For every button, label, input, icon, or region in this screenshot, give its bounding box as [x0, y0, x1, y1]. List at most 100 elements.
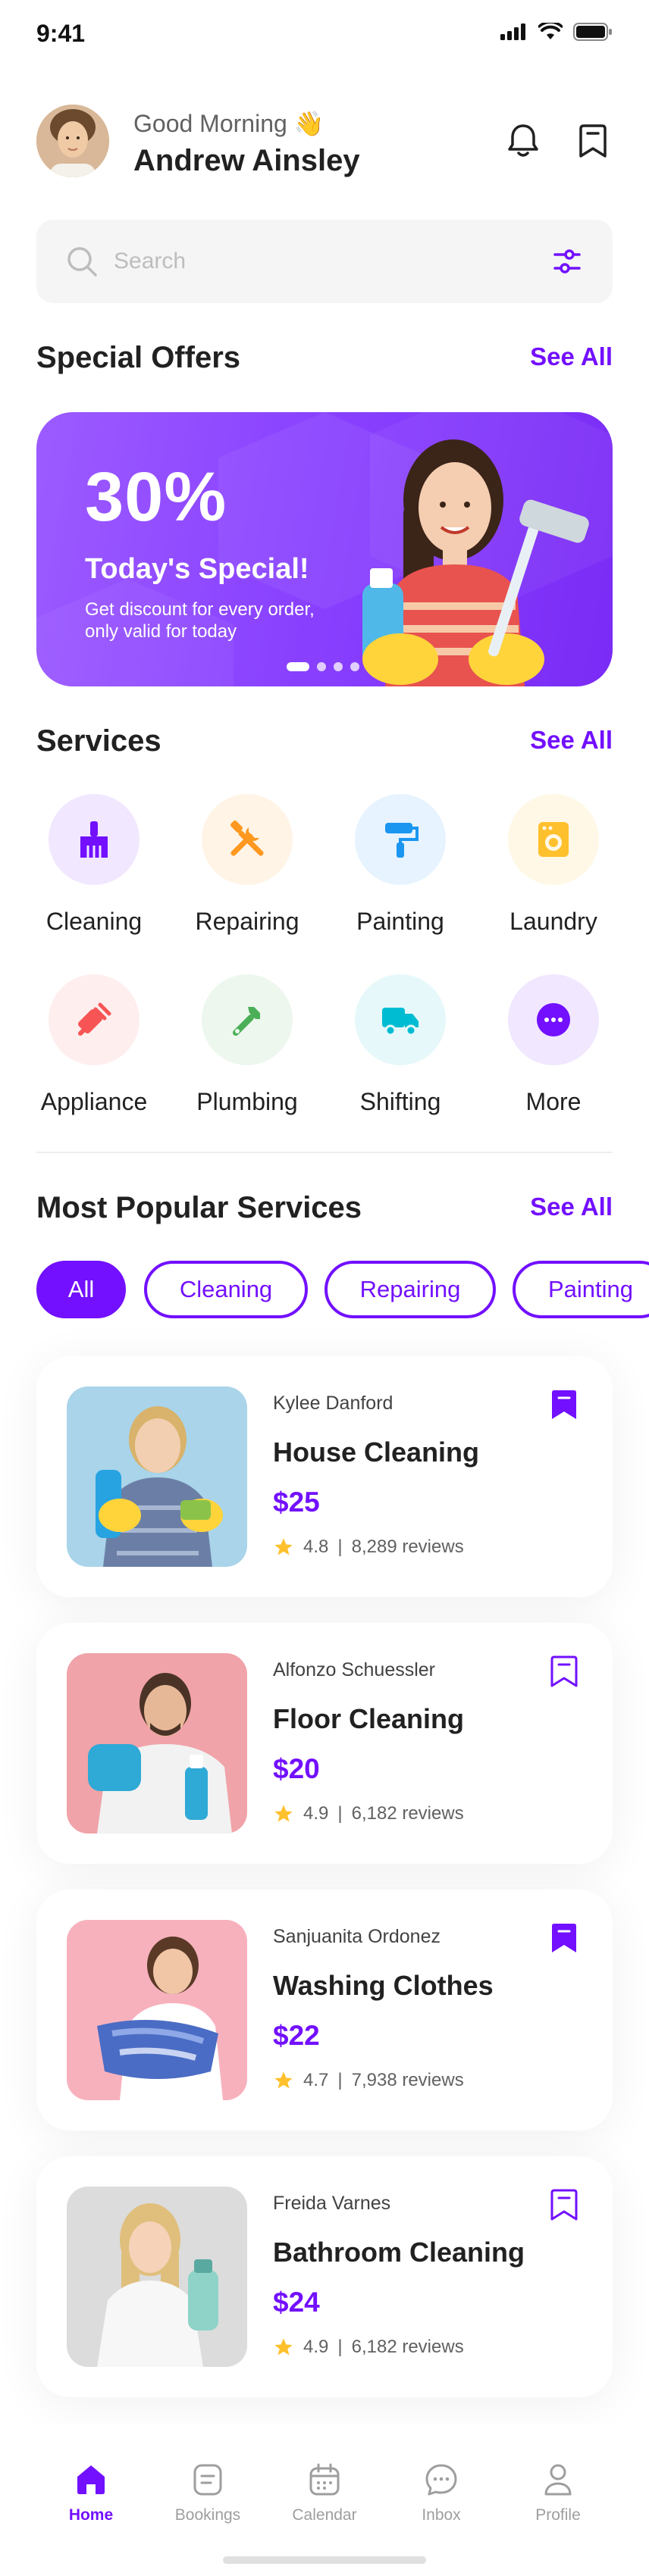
nav-label: Profile [535, 2506, 581, 2524]
rating-separator: | [337, 2070, 343, 2090]
service-label: Appliance [40, 1088, 148, 1115]
pagination-dot[interactable] [287, 662, 309, 671]
pagination-dot[interactable] [334, 662, 343, 671]
star-icon [274, 1805, 293, 1822]
chip-repairing[interactable]: Repairing [324, 1261, 496, 1318]
service-icon-circle [49, 794, 140, 885]
filter-icon[interactable] [550, 245, 584, 278]
nav-inbox[interactable]: Inbox [396, 2461, 487, 2524]
service-appliance[interactable]: Appliance [26, 974, 162, 1133]
calendar-icon [309, 2463, 340, 2496]
home-indicator [223, 2556, 426, 2564]
rating-value: 4.9 [303, 2337, 329, 2357]
greeting-text: Good Morning 👋 [133, 110, 324, 137]
truck-icon [382, 1008, 419, 1036]
service-painting[interactable]: Painting [332, 794, 469, 953]
nav-bookings[interactable]: Bookings [162, 2461, 253, 2524]
nav-label: Inbox [422, 2506, 461, 2524]
rating-row: 4.8 | 8,289 reviews [273, 1537, 464, 1558]
nav-label: Home [68, 2506, 114, 2524]
service-shifting[interactable]: Shifting [332, 974, 469, 1133]
nav-profile[interactable]: Profile [513, 2461, 604, 2524]
card-bookmark-button[interactable] [546, 2187, 582, 2223]
status-bar: 9:41 [0, 0, 649, 68]
card-bookmark-button[interactable] [546, 1653, 582, 1690]
nav-home[interactable]: Home [45, 2461, 136, 2524]
search-input[interactable] [114, 241, 538, 282]
pagination-dot[interactable] [317, 662, 326, 671]
header: Good Morning 👋 Andrew Ainsley [36, 105, 613, 180]
services-title: Services [36, 724, 161, 758]
wifi-icon [538, 23, 563, 39]
user-name: Andrew Ainsley [133, 144, 360, 177]
battery-icon [573, 23, 612, 41]
service-repairing[interactable]: Repairing [179, 794, 315, 953]
bookmark-outline-icon [550, 1655, 578, 1687]
nav-label: Bookings [174, 2506, 241, 2524]
service-card-image [67, 1920, 247, 2100]
star-icon [274, 1538, 293, 1555]
notification-button[interactable] [503, 121, 543, 161]
review-count: 8,289 reviews [351, 1537, 464, 1557]
service-title: House Cleaning [273, 1436, 480, 1468]
chip-all[interactable]: All [36, 1261, 126, 1318]
nav-calendar[interactable]: Calendar [279, 2461, 370, 2524]
service-cleaning[interactable]: Cleaning [26, 794, 162, 953]
washing-machine-icon [538, 822, 569, 857]
bookmark-icon [579, 124, 607, 158]
service-icon-circle [202, 794, 293, 885]
star-icon [274, 2338, 293, 2356]
rating-value: 4.9 [303, 1803, 329, 1824]
service-price: $20 [273, 1753, 320, 1784]
wrench-icon [233, 1007, 260, 1036]
service-label: Cleaning [45, 908, 143, 935]
service-card-image [67, 2187, 247, 2367]
service-label: Laundry [509, 908, 597, 935]
service-laundry[interactable]: Laundry [485, 794, 622, 953]
special-offers-title: Special Offers [36, 341, 241, 374]
card-bookmark-button[interactable] [546, 1386, 582, 1423]
paint-roller-icon [385, 823, 419, 858]
chip-cleaning[interactable]: Cleaning [144, 1261, 308, 1318]
service-icon-circle [355, 974, 446, 1065]
bell-icon [508, 124, 538, 157]
review-count: 6,182 reviews [351, 2337, 464, 2357]
special-offer-banner[interactable]: 30% Today's Special! Get discount for ev… [36, 412, 613, 686]
special-offers-see-all[interactable]: See All [530, 342, 613, 371]
popular-services-title: Most Popular Services [36, 1191, 362, 1224]
service-label: Shifting [359, 1088, 441, 1115]
rating-separator: | [337, 1537, 343, 1557]
service-card-image [67, 1386, 247, 1567]
search-bar [36, 220, 613, 303]
status-icons [500, 23, 613, 41]
service-card[interactable]: Freida Varnes Bathroom Cleaning $24 4.9 … [36, 2156, 613, 2397]
bookmark-filled-icon [552, 1924, 576, 1952]
bookmark-button[interactable] [573, 121, 613, 161]
chip-painting[interactable]: Painting [513, 1261, 649, 1318]
card-bookmark-button[interactable] [546, 1920, 582, 1956]
provider-name: Freida Varnes [273, 2193, 391, 2214]
services-see-all[interactable]: See All [530, 726, 613, 755]
banner-percent: 30% [85, 458, 227, 536]
signal-icon [500, 23, 525, 40]
service-more[interactable]: More [485, 974, 622, 1133]
rating-value: 4.8 [303, 1537, 329, 1557]
divider [36, 1152, 613, 1153]
popular-see-all[interactable]: See All [530, 1193, 613, 1221]
search-icon [67, 247, 97, 277]
service-plumbing[interactable]: Plumbing [179, 974, 315, 1133]
service-card[interactable]: Kylee Danford House Cleaning $25 4.8 | 8… [36, 1356, 613, 1597]
service-card[interactable]: Alfonzo Schuessler Floor Cleaning $20 4.… [36, 1623, 613, 1864]
banner-text: Get discount for every order, only valid… [85, 599, 315, 642]
broom-icon [80, 821, 108, 858]
home-icon [77, 2465, 105, 2494]
avatar[interactable] [36, 105, 109, 177]
review-count: 6,182 reviews [351, 1803, 464, 1824]
rating-row: 4.9 | 6,182 reviews [273, 2337, 464, 2358]
pagination-dot[interactable] [350, 662, 359, 671]
banner-pagination [287, 662, 359, 671]
appliance-icon [77, 1002, 111, 1036]
service-card[interactable]: Sanjuanita Ordonez Washing Clothes $22 4… [36, 1890, 613, 2131]
status-time: 9:41 [36, 20, 86, 47]
service-price: $24 [273, 2287, 320, 2318]
